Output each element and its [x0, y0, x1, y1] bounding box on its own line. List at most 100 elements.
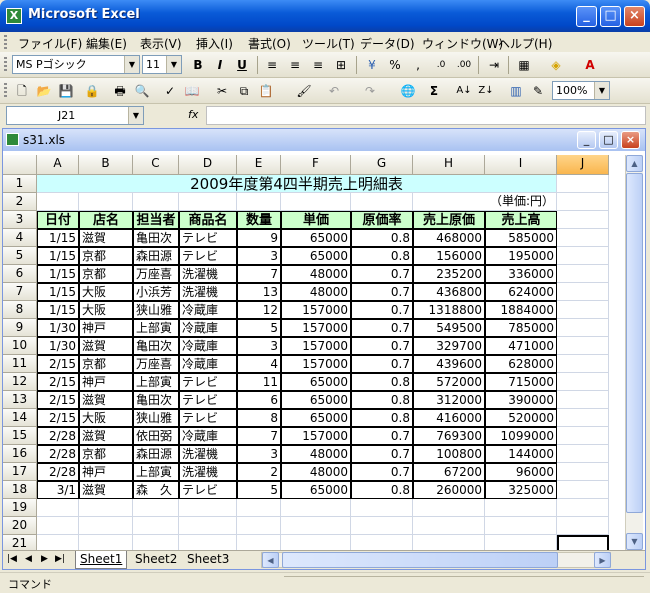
permission-icon[interactable]: 🔒 [82, 81, 102, 101]
data-cell[interactable]: 神戸 [79, 463, 133, 481]
data-cell[interactable]: 144000 [485, 445, 557, 463]
close-button[interactable]: × [624, 6, 645, 27]
data-cell[interactable]: 狭山雅 [133, 409, 179, 427]
data-cell[interactable]: 滋賀 [79, 391, 133, 409]
cell[interactable] [37, 517, 79, 535]
row-header-14[interactable]: 14 [3, 409, 37, 427]
data-cell[interactable]: 2/15 [37, 373, 79, 391]
cell[interactable] [485, 517, 557, 535]
data-cell[interactable]: 312000 [413, 391, 485, 409]
data-cell[interactable]: 390000 [485, 391, 557, 409]
fill-color-icon[interactable]: ◈ [546, 55, 566, 75]
align-right-icon[interactable]: ≡ [308, 55, 328, 75]
data-cell[interactable]: 2 [237, 463, 281, 481]
column-header-f[interactable]: F [281, 155, 351, 175]
data-cell[interactable]: 1/15 [37, 229, 79, 247]
data-cell[interactable]: 5 [237, 481, 281, 499]
data-cell[interactable]: 1/15 [37, 283, 79, 301]
print-preview-icon[interactable]: 🔍 [132, 81, 152, 101]
row-header-18[interactable]: 18 [3, 481, 37, 499]
cell[interactable] [485, 499, 557, 517]
copy-icon[interactable]: ⧉ [234, 81, 254, 101]
cell[interactable] [413, 499, 485, 517]
data-cell[interactable]: 1/30 [37, 319, 79, 337]
row-header-7[interactable]: 7 [3, 283, 37, 301]
formula-input[interactable] [206, 106, 646, 125]
data-cell[interactable]: 157000 [281, 427, 351, 445]
save-icon[interactable]: 💾 [56, 81, 76, 101]
data-cell[interactable]: 上部寅 [133, 319, 179, 337]
data-cell[interactable]: 67200 [413, 463, 485, 481]
cell[interactable] [37, 193, 79, 211]
data-cell[interactable]: 48000 [281, 463, 351, 481]
data-cell[interactable]: 5 [237, 319, 281, 337]
cell[interactable] [557, 265, 609, 283]
column-label-cell[interactable]: 売上高 [485, 211, 557, 229]
sort-ascending-icon[interactable]: A↓ [454, 81, 474, 101]
redo-icon[interactable]: ↷ [360, 81, 380, 101]
column-header-i[interactable]: I [485, 155, 557, 175]
hyperlink-icon[interactable]: 🌐 [398, 81, 418, 101]
merge-center-icon[interactable]: ⊞ [331, 55, 351, 75]
cell[interactable] [237, 499, 281, 517]
data-cell[interactable]: 滋賀 [79, 229, 133, 247]
data-cell[interactable]: 神戸 [79, 319, 133, 337]
tab-next-icon[interactable]: ▶ [41, 551, 48, 568]
spelling-icon[interactable]: ✓ [160, 81, 180, 101]
data-cell[interactable]: 神戸 [79, 373, 133, 391]
column-label-cell[interactable]: 売上原価 [413, 211, 485, 229]
row-header-5[interactable]: 5 [3, 247, 37, 265]
row-header-16[interactable]: 16 [3, 445, 37, 463]
row-header-11[interactable]: 11 [3, 355, 37, 373]
data-cell[interactable]: 0.7 [351, 463, 413, 481]
data-cell[interactable]: 滋賀 [79, 427, 133, 445]
increase-decimal-icon[interactable]: .0 [431, 55, 451, 75]
data-cell[interactable]: 585000 [485, 229, 557, 247]
cell[interactable] [179, 193, 237, 211]
scroll-up-icon[interactable]: ▲ [626, 155, 643, 172]
data-cell[interactable]: 65000 [281, 373, 351, 391]
data-cell[interactable]: 329700 [413, 337, 485, 355]
data-cell[interactable]: 洗濯機 [179, 445, 237, 463]
underline-button[interactable]: U [232, 55, 252, 75]
data-cell[interactable]: 依田弼 [133, 427, 179, 445]
cell[interactable] [557, 409, 609, 427]
data-cell[interactable]: 157000 [281, 301, 351, 319]
horizontal-scroll-thumb[interactable] [282, 552, 558, 568]
column-header-a[interactable]: A [37, 155, 79, 175]
data-cell[interactable]: 1099000 [485, 427, 557, 445]
menu-window[interactable]: ウィンドウ(W) [422, 35, 503, 52]
data-cell[interactable]: 65000 [281, 481, 351, 499]
data-cell[interactable]: 大阪 [79, 409, 133, 427]
autosum-button[interactable]: Σ [424, 81, 444, 101]
data-cell[interactable]: 冷蔵庫 [179, 337, 237, 355]
row-header-17[interactable]: 17 [3, 463, 37, 481]
column-header-g[interactable]: G [351, 155, 413, 175]
column-label-cell[interactable]: 数量 [237, 211, 281, 229]
cell[interactable] [351, 517, 413, 535]
cell[interactable] [557, 499, 609, 517]
cell[interactable] [557, 247, 609, 265]
data-cell[interactable]: 7 [237, 265, 281, 283]
data-cell[interactable]: 冷蔵庫 [179, 319, 237, 337]
menu-file[interactable]: ファイル(F) [18, 35, 82, 52]
data-cell[interactable]: 2/15 [37, 409, 79, 427]
data-cell[interactable]: 京都 [79, 247, 133, 265]
data-cell[interactable]: 48000 [281, 283, 351, 301]
row-header-20[interactable]: 20 [3, 517, 37, 535]
row-header-10[interactable]: 10 [3, 337, 37, 355]
cell[interactable] [237, 193, 281, 211]
data-cell[interactable]: 416000 [413, 409, 485, 427]
cell[interactable] [413, 517, 485, 535]
data-cell[interactable]: 森 久 [133, 481, 179, 499]
chart-wizard-icon[interactable]: ▥ [506, 81, 526, 101]
column-label-cell[interactable]: 担当者 [133, 211, 179, 229]
cell[interactable] [557, 427, 609, 445]
data-cell[interactable]: 0.8 [351, 247, 413, 265]
cell[interactable] [79, 499, 133, 517]
data-cell[interactable]: 235200 [413, 265, 485, 283]
data-cell[interactable]: 336000 [485, 265, 557, 283]
data-cell[interactable]: 65000 [281, 409, 351, 427]
row-header-9[interactable]: 9 [3, 319, 37, 337]
cell[interactable] [557, 373, 609, 391]
